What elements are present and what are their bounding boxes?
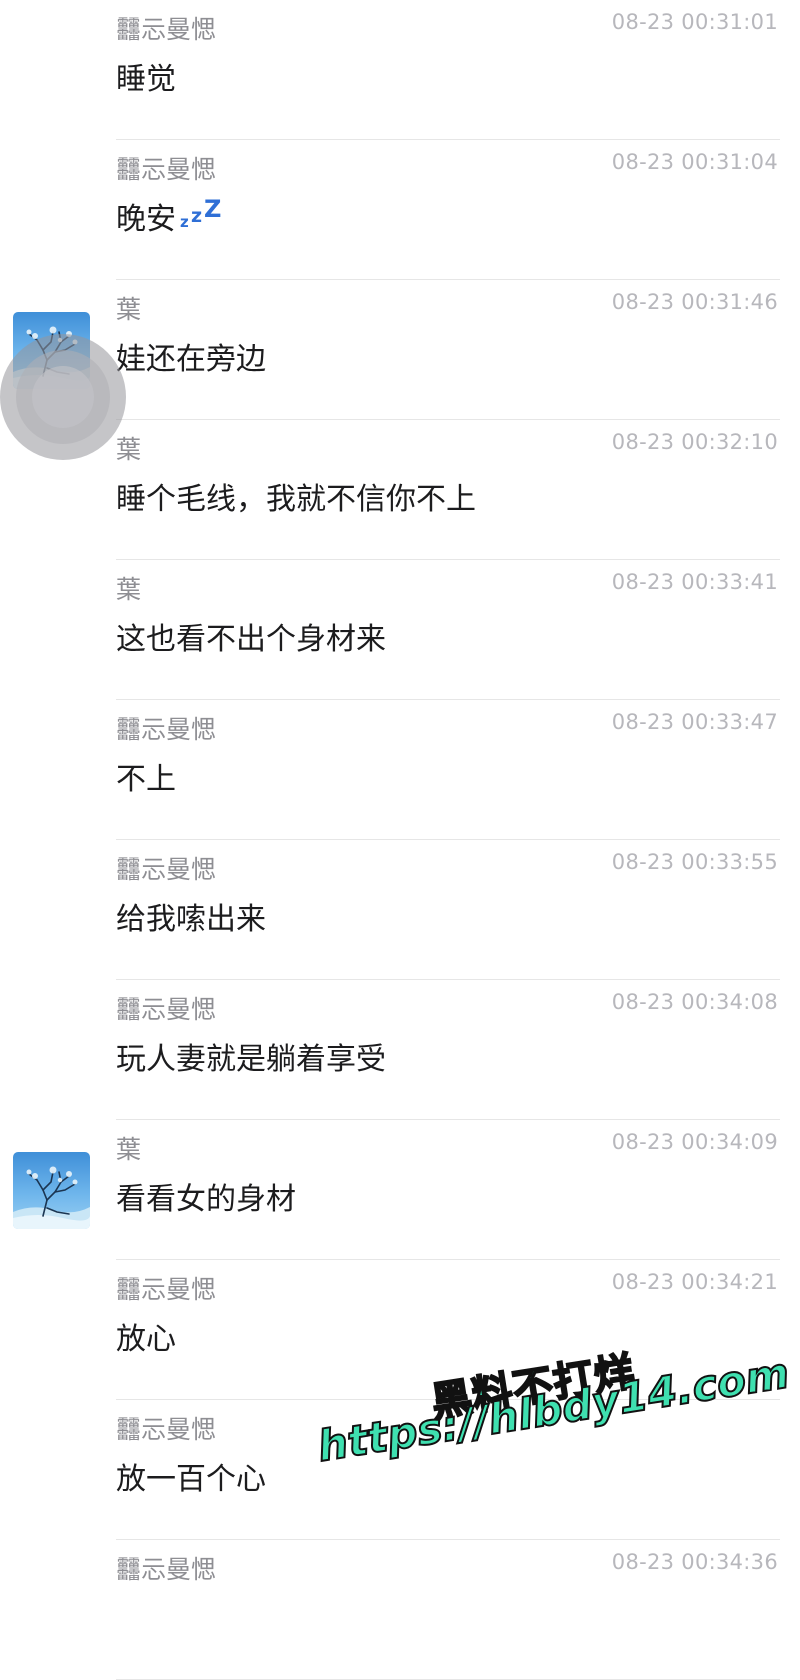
message-text: 睡个毛线，我就不信你不上 — [116, 474, 476, 518]
message-timestamp: 08-23 00:34:08 — [611, 990, 778, 1014]
message-text: 玩人妻就是躺着享受 — [116, 1034, 386, 1078]
message-text: 睡觉 — [116, 54, 176, 98]
message-timestamp: 08-23 00:34:21 — [611, 1270, 778, 1294]
message-text-content: 给我嗦出来 — [116, 902, 266, 937]
chat-message-2[interactable]: 䨻忈曼愢 08-23 00:31:04 晚安 z z Z — [0, 140, 800, 280]
message-text-content: 这也看不出个身材来 — [116, 622, 386, 657]
message-text: 这也看不出个身材来 — [116, 614, 386, 658]
message-timestamp: 08-23 00:31:46 — [611, 290, 778, 314]
chat-message-9[interactable]: 葉 08-23 00:34:09 看看女的身材 — [0, 1120, 800, 1260]
message-text-content: 放一百个心 — [116, 1462, 266, 1497]
chat-message-8[interactable]: 䨻忈曼愢 08-23 00:34:08 玩人妻就是躺着享受 — [0, 980, 800, 1120]
message-sender: 䨻忈曼愢 — [116, 995, 217, 1024]
message-sender: 䨻忈曼愢 — [116, 1555, 217, 1584]
chat-message-1[interactable]: 䨻忈曼愢 08-23 00:31:01 睡觉 — [0, 0, 800, 140]
message-timestamp: 08-23 00:31:01 — [611, 10, 778, 34]
message-text-content: 不上 — [116, 762, 176, 797]
chat-message-5[interactable]: 葉 08-23 00:33:41 这也看不出个身材来 — [0, 560, 800, 700]
chat-message-4[interactable]: 葉 08-23 00:32:10 睡个毛线，我就不信你不上 — [0, 420, 800, 560]
message-text-content: 放心 — [116, 1322, 176, 1357]
message-timestamp: 08-23 00:32:10 — [611, 430, 778, 454]
message-sender: 䨻忈曼愢 — [116, 855, 217, 884]
chat-message-11[interactable]: 䨻忈曼愢 放一百个心 — [0, 1400, 800, 1540]
message-timestamp: 08-23 00:33:47 — [611, 710, 778, 734]
message-text-content: 晚安 — [116, 202, 176, 237]
message-sender: 葉 — [116, 1135, 142, 1164]
message-sender: 䨻忈曼愢 — [116, 1415, 217, 1444]
message-text: 不上 — [116, 754, 176, 798]
chat-message-12[interactable]: 䨻忈曼愢 08-23 00:34:36 — [0, 1540, 800, 1680]
message-timestamp: 08-23 00:33:55 — [611, 850, 778, 874]
chat-history-list: 䨻忈曼愢 08-23 00:31:01 睡觉 䨻忈曼愢 08-23 00:31:04 晚安… — [0, 0, 800, 1680]
message-text-content: 睡个毛线，我就不信你不上 — [116, 482, 476, 517]
message-text: 放心 — [116, 1314, 176, 1358]
chat-message-6[interactable]: 䨻忈曼愢 08-23 00:33:47 不上 — [0, 700, 800, 840]
chat-message-7[interactable]: 䨻忈曼愢 08-23 00:33:55 给我嗦出来 — [0, 840, 800, 980]
message-text: 给我嗦出来 — [116, 894, 266, 938]
avatar[interactable] — [13, 312, 90, 389]
message-sender: 䨻忈曼愢 — [116, 715, 217, 744]
message-text: 晚安 z z Z — [116, 194, 222, 238]
message-sender: 䨻忈曼愢 — [116, 1275, 217, 1304]
message-sender: 葉 — [116, 575, 142, 604]
message-text-content: 玩人妻就是躺着享受 — [116, 1042, 386, 1077]
message-text: 放一百个心 — [116, 1454, 266, 1498]
message-timestamp: 08-23 00:34:36 — [611, 1550, 778, 1574]
message-sender: 䨻忈曼愢 — [116, 155, 217, 184]
sleeping-zzz-icon: zzZ — [180, 195, 222, 231]
message-sender: 䨻忈曼愢 — [116, 15, 217, 44]
avatar[interactable] — [13, 1152, 90, 1229]
message-sender: 葉 — [116, 435, 142, 464]
message-text-content: 睡觉 — [116, 62, 176, 97]
message-timestamp: 08-23 00:31:04 — [611, 150, 778, 174]
message-text-content: 娃还在旁边 — [116, 342, 266, 377]
message-timestamp: 08-23 00:33:41 — [611, 570, 778, 594]
chat-message-10[interactable]: 䨻忈曼愢 08-23 00:34:21 放心 — [0, 1260, 800, 1400]
message-sender: 葉 — [116, 295, 142, 324]
message-text: 看看女的身材 — [116, 1174, 296, 1218]
message-text-content: 看看女的身材 — [116, 1182, 296, 1217]
chat-message-3[interactable]: 葉 08-23 00:31:46 娃还在旁边 — [0, 280, 800, 420]
message-timestamp: 08-23 00:34:09 — [611, 1130, 778, 1154]
message-text: 娃还在旁边 — [116, 334, 266, 378]
